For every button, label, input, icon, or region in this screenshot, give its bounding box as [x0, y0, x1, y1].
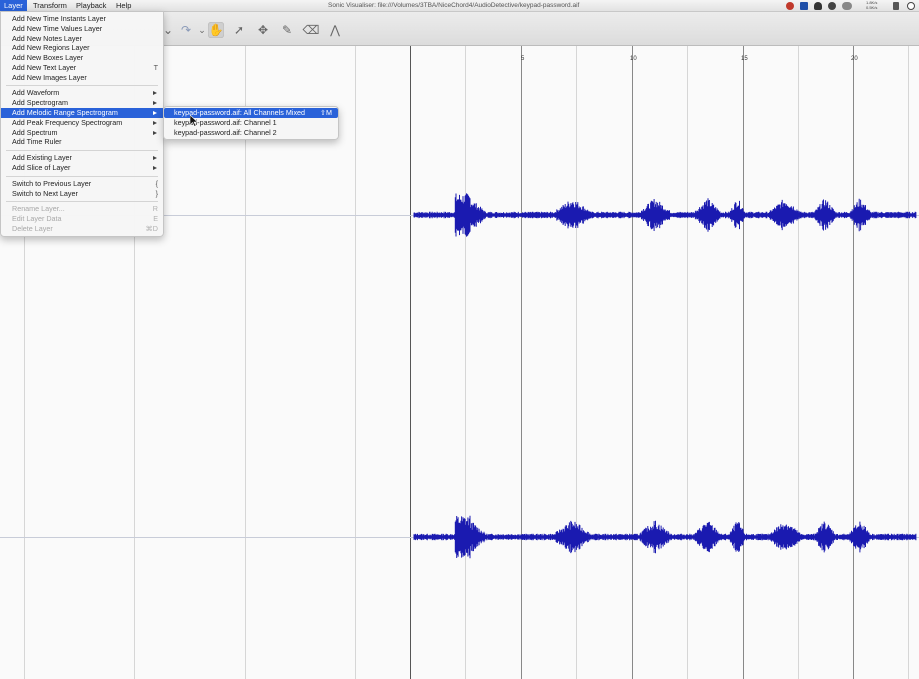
submenu-arrow-icon [153, 155, 157, 160]
menu-item-add-regions[interactable]: Add New Regions Layer [1, 43, 163, 53]
menu-item-switch-next-layer[interactable]: Switch to Next Layer} [1, 189, 163, 199]
menu-item-switch-previous-layer[interactable]: Switch to Previous Layer{ [1, 179, 163, 189]
menu-playback[interactable]: Playback [72, 0, 110, 11]
mouse-cursor-icon [190, 115, 198, 127]
submenu-arrow-icon [153, 165, 157, 170]
menu-layer[interactable]: Layer [0, 0, 27, 11]
navigate-hand-icon[interactable]: ✋ [208, 22, 224, 38]
toggle-icon[interactable] [842, 2, 852, 10]
menu-separator [6, 176, 158, 177]
layer-menu: Add New Time Instants Layer Add New Time… [0, 11, 164, 237]
menu-item-edit-layer-data: Edit Layer Data E [12, 214, 158, 223]
menu-separator [6, 201, 158, 202]
menu-item-add-existing-layer[interactable]: Add Existing Layer [1, 153, 163, 163]
submenu-item-channel-2[interactable]: keypad-password.aif: Channel 2 [164, 128, 338, 138]
menu-item-add-slice-of-layer[interactable]: Add Slice of Layer [1, 163, 163, 173]
submenu-arrow-icon [153, 130, 157, 135]
drop-icon[interactable] [828, 2, 836, 10]
submenu-arrow-icon [153, 90, 157, 95]
menu-item-add-time-ruler[interactable]: Add Time Ruler [1, 137, 163, 147]
menu-help[interactable]: Help [112, 0, 135, 11]
menu-item-rename-layer: Rename Layer... R [12, 204, 158, 213]
waveform-channel-2 [413, 515, 917, 559]
menu-separator [6, 85, 158, 86]
draw-pencil-icon[interactable]: ✎ [279, 22, 295, 38]
menu-item-add-text[interactable]: Add New Text Layer T [1, 63, 163, 73]
submenu-arrow-icon [153, 100, 157, 105]
window-title: Sonic Visualiser: file:///Volumes/3TBA/N… [328, 2, 580, 9]
speaker-icon[interactable] [893, 2, 899, 10]
menu-item-add-waveform[interactable]: Add Waveform [1, 88, 163, 98]
redo-arrow-icon[interactable]: ↷ [178, 22, 194, 38]
move-cross-icon[interactable]: ✥ [255, 22, 271, 38]
erase-icon[interactable]: ⌫ [303, 22, 320, 38]
waveform-channel-1 [413, 193, 917, 237]
submenu-arrow-icon [153, 120, 157, 125]
menu-item-add-time-values[interactable]: Add New Time Values Layer [1, 24, 163, 34]
menu-item-delete-layer: Delete Layer ⌘D [12, 224, 158, 233]
menu-separator [6, 150, 158, 151]
menu-item-add-spectrogram[interactable]: Add Spectrogram [1, 98, 163, 108]
screen-icon[interactable] [800, 2, 808, 10]
menu-transform[interactable]: Transform [29, 0, 71, 11]
submenu-arrow-icon [153, 110, 157, 115]
menu-item-add-boxes[interactable]: Add New Boxes Layer [1, 53, 163, 63]
menu-item-add-melodic-range-spectrogram[interactable]: Add Melodic Range Spectrogram [1, 108, 163, 118]
menu-item-add-time-instants[interactable]: Add New Time Instants Layer [1, 14, 163, 24]
measure-icon[interactable]: ⋀ [327, 22, 343, 38]
menu-item-add-peak-frequency-spectrogram[interactable]: Add Peak Frequency Spectrogram [1, 118, 163, 128]
record-icon[interactable] [786, 2, 794, 10]
menu-item-add-images[interactable]: Add New Images Layer [1, 73, 163, 83]
cloud-icon[interactable] [814, 2, 822, 10]
power-icon[interactable] [907, 2, 915, 10]
select-arrow-icon[interactable]: ➚ [231, 22, 247, 38]
network-download-rate: 0.5K/s [866, 5, 878, 10]
